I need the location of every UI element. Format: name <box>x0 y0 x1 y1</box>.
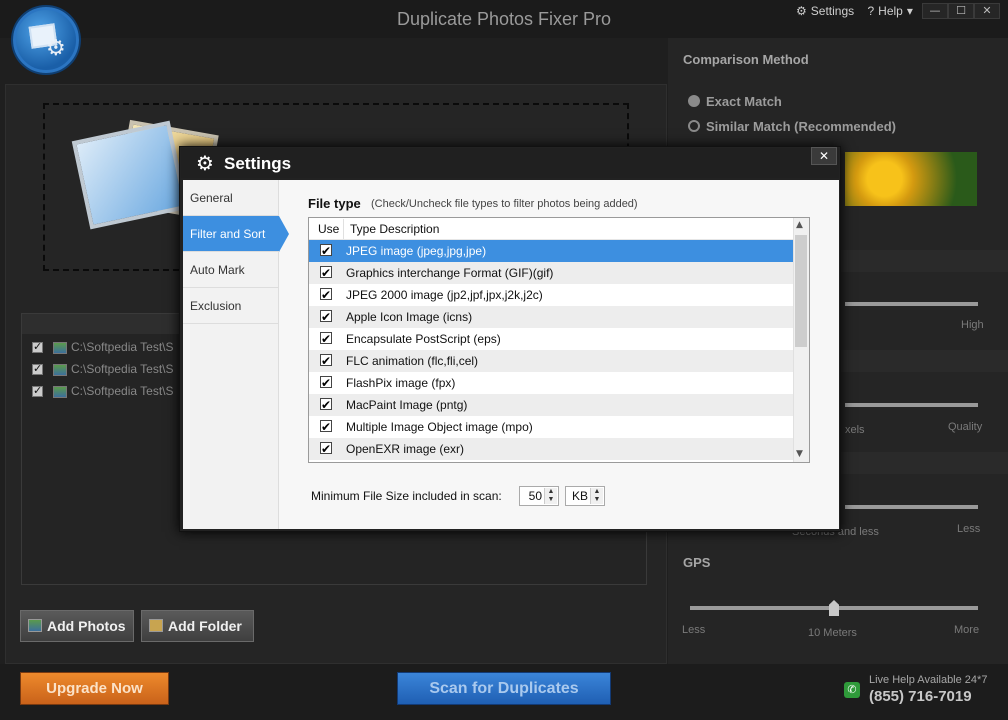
help-icon[interactable]: ? <box>867 4 874 18</box>
table-row[interactable]: OpenEXR image (exr) <box>309 438 793 460</box>
file-type-hint: (Check/Uncheck file types to filter phot… <box>371 198 638 210</box>
time-slider[interactable] <box>845 505 978 509</box>
table-row[interactable]: FLC animation (flc,fli,cel) <box>309 350 793 372</box>
table-row[interactable]: Apple Icon Image (icns) <box>309 306 793 328</box>
table-row[interactable]: Graphics interchange Format (GIF)(gif) <box>309 262 793 284</box>
scrollbar-thumb[interactable] <box>795 235 807 347</box>
minimize-button[interactable]: — <box>922 3 948 19</box>
live-help-text: Live Help Available 24*7 <box>869 674 988 686</box>
photo-icon <box>28 619 42 632</box>
gps-label-value: 10 Meters <box>808 627 857 639</box>
maximize-button[interactable]: ☐ <box>948 3 974 19</box>
app-logo-icon: ⚙ <box>13 7 79 73</box>
nav-item-general[interactable]: General <box>183 180 279 216</box>
comparison-method-title: Comparison Method <box>683 52 809 67</box>
image-file-icon <box>53 385 67 398</box>
column-header-use: Use <box>318 222 340 236</box>
checkbox-icon[interactable] <box>320 262 332 284</box>
image-file-icon <box>53 363 67 376</box>
slider-label-less: Less <box>957 523 981 535</box>
folder-icon <box>149 619 163 632</box>
slider-label-pixels: xels <box>845 424 865 436</box>
file-path: C:\Softpedia Test\S <box>71 362 174 376</box>
list-item[interactable]: C:\Softpedia Test\S <box>32 340 174 358</box>
similarity-slider[interactable] <box>845 302 978 306</box>
min-size-stepper[interactable]: 50 ▲ ▼ <box>519 486 559 506</box>
settings-link[interactable]: Settings <box>811 4 854 18</box>
similar-match-radio[interactable]: Similar Match (Recommended) <box>688 119 896 134</box>
checkbox-icon[interactable] <box>32 340 43 354</box>
list-item[interactable]: C:\Softpedia Test\S <box>32 362 174 380</box>
checkbox-icon[interactable] <box>320 372 332 394</box>
scroll-down-icon[interactable]: ▼ <box>796 449 803 459</box>
nav-item-auto-mark[interactable]: Auto Mark <box>183 252 279 288</box>
slider-label-quality: Quality <box>948 421 983 433</box>
dialog-title: Settings <box>224 154 292 173</box>
dialog-close-button[interactable]: ✕ <box>811 147 837 165</box>
scan-for-duplicates-button[interactable]: Scan for Duplicates <box>397 672 611 705</box>
gear-icon: ⚙ <box>196 151 214 175</box>
table-row[interactable]: JPEG image (jpeg,jpg,jpe) <box>309 240 793 262</box>
scroll-up-icon[interactable]: ▲ <box>796 220 803 230</box>
sample-image <box>845 152 977 206</box>
gps-label-less: Less <box>682 624 706 636</box>
checkbox-icon[interactable] <box>320 394 332 416</box>
close-window-button[interactable]: ✕ <box>974 3 1000 19</box>
top-links: ⚙ Settings ? Help ▾ <box>796 4 917 18</box>
file-path: C:\Softpedia Test\S <box>71 384 174 398</box>
slider-label-high: High <box>961 319 984 331</box>
exact-match-radio[interactable]: Exact Match <box>688 94 782 109</box>
checkbox-icon[interactable] <box>320 240 332 262</box>
radio-icon <box>688 120 700 132</box>
size-unit-stepper[interactable]: KB ▲ ▼ <box>565 486 605 506</box>
checkbox-icon[interactable] <box>32 384 43 398</box>
column-header-description: Type Description <box>350 222 440 236</box>
checkbox-icon[interactable] <box>320 284 332 306</box>
checkbox-icon[interactable] <box>320 350 332 372</box>
quality-slider[interactable] <box>845 403 978 407</box>
checkbox-icon[interactable] <box>320 438 332 460</box>
table-row[interactable]: MacPaint Image (pntg) <box>309 394 793 416</box>
file-path: C:\Softpedia Test\S <box>71 340 174 354</box>
add-photos-button[interactable]: Add Photos <box>20 610 134 642</box>
checkbox-icon[interactable] <box>320 306 332 328</box>
phone-number: (855) 716-7019 <box>869 688 972 705</box>
radio-icon <box>688 95 700 107</box>
gps-label-more: More <box>954 624 980 636</box>
stepper-arrows-icon[interactable]: ▲ ▼ <box>544 488 557 504</box>
table-row[interactable]: JPEG 2000 image (jp2,jpf,jpx,j2k,j2c) <box>309 284 793 306</box>
add-folder-button[interactable]: Add Folder <box>141 610 254 642</box>
checkbox-icon[interactable] <box>320 416 332 438</box>
list-item[interactable]: C:\Softpedia Test\S <box>32 384 174 402</box>
stepper-arrows-icon[interactable]: ▲ ▼ <box>590 488 603 504</box>
gps-title: GPS <box>683 555 711 570</box>
min-file-size-label: Minimum File Size included in scan: <box>311 489 502 503</box>
nav-item-filter-and-sort[interactable]: Filter and Sort <box>183 216 279 252</box>
image-file-icon <box>53 341 67 354</box>
chevron-down-icon[interactable]: ▾ <box>907 4 913 18</box>
upgrade-now-button[interactable]: Upgrade Now <box>20 672 169 705</box>
settings-gear-icon[interactable]: ⚙ <box>796 4 807 18</box>
phone-icon: ✆ <box>844 682 860 698</box>
column-separator <box>343 219 344 239</box>
active-nav-arrow <box>279 216 289 252</box>
table-row[interactable]: FlashPix image (fpx) <box>309 372 793 394</box>
table-row[interactable]: Multiple Image Object image (mpo) <box>309 416 793 438</box>
file-type-title: File type <box>308 196 361 211</box>
nav-item-exclusion[interactable]: Exclusion <box>183 288 279 324</box>
table-row[interactable]: Encapsulate PostScript (eps) <box>309 328 793 350</box>
checkbox-icon[interactable] <box>320 328 332 350</box>
checkbox-icon[interactable] <box>32 362 43 376</box>
help-link[interactable]: Help <box>878 4 903 18</box>
